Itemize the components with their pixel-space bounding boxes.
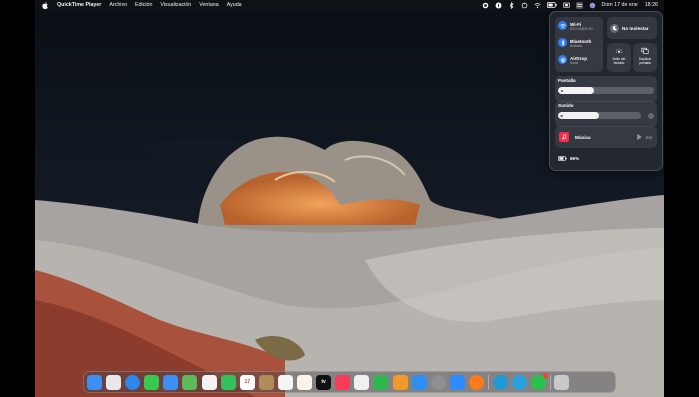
menu-edicion[interactable]: Edición [135,2,152,8]
music-app-icon [559,132,569,142]
dock-app-pages[interactable] [392,374,408,390]
screen-mirroring-status-icon[interactable] [562,2,570,9]
notification-badge [542,372,548,378]
menu-extras: Dom 17 de ene 18:26 [482,0,659,10]
do-not-disturb-toggle[interactable]: No molestar [607,17,657,39]
display-brightness-slider[interactable] [558,87,654,94]
dock-app-edge[interactable] [492,374,508,390]
bluetooth-status-icon[interactable] [508,1,515,9]
wifi-status-icon[interactable] [533,2,541,9]
dock-app-numbers[interactable] [373,374,389,390]
dock-app-fotos[interactable] [201,374,217,390]
dock-app-launchpad[interactable] [106,374,122,390]
battery-status-icon[interactable] [546,2,557,9]
dock-app-apple-tv[interactable]: tv [316,374,332,390]
menu-bar: QuickTime Player Archivo Edición Visuali… [35,0,664,10]
airdrop-status: Nadie [570,60,579,65]
clock-date: Dom 17 de ene [601,2,638,8]
keyboard-brightness-label: Brillo del teclado [612,57,626,65]
clock-time: 18:26 [644,2,658,8]
sun-icon [560,89,564,92]
screen-mirroring-label: Duplicar pantalla [638,57,652,65]
bluetooth-icon [558,38,567,47]
desktop: QuickTime Player Archivo Edición Visuali… [35,0,664,397]
siri-icon[interactable] [589,2,596,9]
dock-app-zoom[interactable] [449,374,465,390]
menu-ventana[interactable]: Ventana [199,2,218,8]
apple-menu-icon[interactable] [42,1,48,9]
bluetooth-toggle[interactable]: Bluetooth Activado [558,38,591,48]
record-icon[interactable] [482,2,489,9]
display-title: Pantalla [558,78,576,83]
do-not-disturb-label: No molestar [622,25,649,31]
dock-app-notas[interactable] [297,374,313,390]
dock-app-app-store[interactable] [411,374,427,390]
dock-app-glyph: tv [321,379,326,385]
airdrop-toggle[interactable]: AirDrop Nadie [558,55,587,65]
menu-clock[interactable]: Dom 17 de ene 18:26 [602,2,659,8]
dock-app-whatsapp[interactable] [530,372,548,390]
dock-app-calendario[interactable]: 17 [239,374,255,390]
dock-app-safari[interactable] [125,374,141,390]
dock-app-notas-adhesivas[interactable] [258,374,274,390]
dock-app-telegram[interactable] [511,374,527,390]
moon-icon [610,23,619,33]
menu-visualizacion[interactable]: Visualización [160,2,191,8]
dock-app-mapas[interactable] [182,374,198,390]
dock-app-preferencias-del-sistema[interactable] [430,374,446,390]
bluetooth-status: Activado [570,43,583,48]
dock-separator [487,374,489,390]
dock-app-recordatorios[interactable] [277,374,293,390]
keyboard-brightness-icon [615,48,623,53]
screen-mirroring-icon [641,47,649,54]
keyboard-brightness-button[interactable]: Brillo del teclado [607,43,631,72]
dock-app-firefox[interactable] [468,374,484,390]
airdrop-icon [558,55,567,64]
now-playing-module[interactable]: Música [555,126,657,148]
screen-mirroring-button[interactable]: Duplicar pantalla [633,43,657,72]
connectivity-module: Wi-Fi ECO-GMDB-5G Bluetooth Activado AirDr… [555,17,603,72]
sound-module: Sonido [555,101,657,127]
dock-app-facetime[interactable] [220,374,236,390]
dock-app-música[interactable] [335,374,351,390]
battery-icon [558,156,567,161]
dock-app-mensajes[interactable] [144,374,160,390]
video-frame: QuickTime Player Archivo Edición Visuali… [0,0,699,397]
app-menu[interactable]: QuickTime Player [57,2,101,8]
control-center-panel: Wi-Fi ECO-GMDB-5G Bluetooth Activado AirDr… [549,11,663,171]
menu-ayuda[interactable]: Ayuda [227,2,242,8]
dock-app-keynote[interactable] [354,374,370,390]
play-icon[interactable] [637,134,642,140]
sync-icon[interactable] [521,2,528,9]
sound-title: Sonido [558,103,574,108]
display-module: Pantalla [555,76,657,102]
dock-separator [549,374,551,390]
dock: 17 tv [83,371,616,393]
dock-app-papelera[interactable] [554,374,570,390]
fast-forward-icon[interactable] [646,134,653,140]
airplay-audio-icon[interactable] [648,113,654,119]
speaker-icon [560,113,563,118]
wifi-icon [558,21,567,30]
dock-app-mail[interactable] [163,374,179,390]
now-playing-label: Música [575,134,591,140]
control-center-icon[interactable] [575,1,583,9]
volume-fill [558,112,599,119]
vpn-icon[interactable] [495,2,502,9]
dock-app-glyph: 17 [244,379,251,385]
wifi-network: ECO-GMDB-5G [570,26,593,31]
menu-archivo[interactable]: Archivo [109,2,127,8]
battery-percentage: 66% [570,156,580,161]
volume-slider[interactable] [558,112,641,119]
wifi-toggle[interactable]: Wi-Fi ECO-GMDB-5G [558,21,593,31]
battery-row: 66% [558,156,579,161]
dock-app-finder[interactable] [87,374,102,390]
